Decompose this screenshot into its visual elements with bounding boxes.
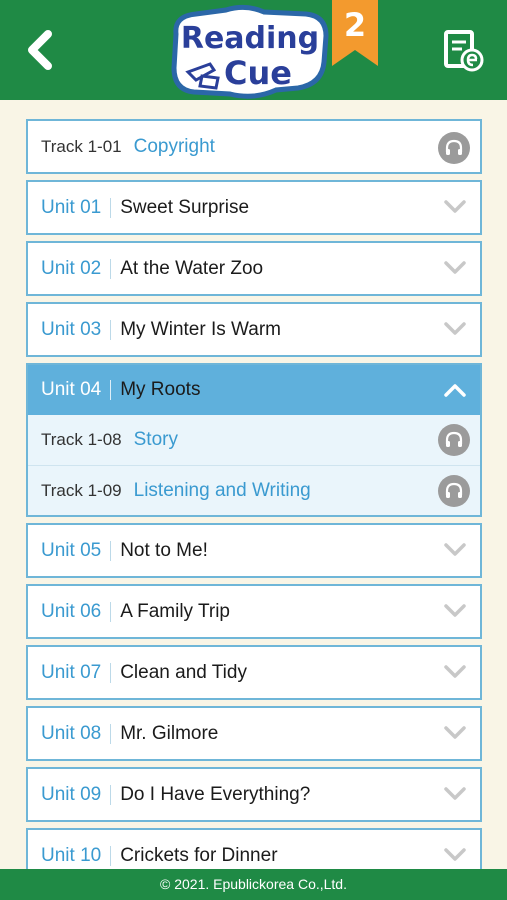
app-logo: Reading Cue — [166, 4, 332, 102]
unit-title: My Roots — [120, 379, 201, 400]
chevron-down-icon — [444, 848, 466, 861]
unit-number: Unit 05 — [41, 539, 102, 561]
unit-title: At the Water Zoo — [120, 257, 264, 279]
headphones-icon — [445, 139, 463, 155]
unit-row[interactable]: Unit 09 Do I Have Everything? — [26, 767, 482, 822]
headphones-icon — [445, 482, 463, 498]
unit-row[interactable]: Unit 02 At the Water Zoo — [26, 241, 482, 296]
chevron-down-icon — [444, 726, 466, 739]
unit-number: Unit 06 — [41, 600, 102, 622]
track-number: Track 1-08 — [41, 430, 122, 449]
chevron-down-icon — [444, 604, 466, 617]
expanded-unit-group: Unit 04 My Roots Track 1-08 Story Track … — [26, 363, 482, 517]
chevron-down-icon — [444, 543, 466, 556]
unit-number: Unit 04 — [41, 379, 102, 400]
unit-number: Unit 01 — [41, 196, 102, 218]
chevron-down-icon — [444, 322, 466, 335]
chevron-down-icon — [444, 665, 466, 678]
unit-number: Unit 08 — [41, 722, 102, 744]
unit-number: Unit 02 — [41, 257, 102, 279]
divider — [110, 845, 112, 866]
divider — [110, 662, 112, 683]
unit-title: A Family Trip — [120, 600, 231, 622]
unit-title: Do I Have Everything? — [120, 783, 311, 805]
unit-title: Sweet Surprise — [120, 196, 250, 218]
logo-cue-text: Cue — [224, 54, 292, 92]
track-title: Story — [133, 429, 178, 450]
level-number: 2 — [343, 6, 367, 44]
chevron-down-icon — [444, 787, 466, 800]
divider — [110, 197, 112, 218]
unit-number: Unit 10 — [41, 844, 102, 866]
unit-row[interactable]: Unit 03 My Winter Is Warm — [26, 302, 482, 357]
track-title: Listening and Writing — [133, 479, 311, 501]
unit-title: Not to Me! — [120, 539, 208, 561]
chevron-down-icon — [444, 261, 466, 274]
unit-title: Mr. Gilmore — [120, 722, 219, 744]
ebook-button[interactable] — [440, 28, 484, 72]
unit-title: Crickets for Dinner — [120, 844, 278, 866]
unit-number: Unit 09 — [41, 783, 102, 805]
unit-row[interactable]: Unit 07 Clean and Tidy — [26, 645, 482, 700]
divider — [110, 601, 112, 622]
headphones-icon — [445, 431, 463, 447]
copyright-row[interactable]: Track 1-01 Copyright — [26, 119, 482, 174]
chevron-up-icon — [444, 384, 466, 397]
track-title: Copyright — [133, 135, 215, 157]
unit-number: Unit 03 — [41, 318, 102, 340]
unit-row[interactable]: Unit 08 Mr. Gilmore — [26, 706, 482, 761]
track-row[interactable]: Track 1-09 Listening and Writing — [28, 465, 480, 515]
unit-title: My Winter Is Warm — [120, 318, 281, 340]
app-header: Reading Cue 2 — [0, 0, 507, 100]
divider — [110, 723, 112, 744]
play-audio-button[interactable] — [438, 475, 470, 507]
unit-title: Clean and Tidy — [120, 661, 247, 683]
chevron-down-icon — [444, 200, 466, 213]
track-number: Track 1-01 — [41, 136, 122, 156]
unit-row[interactable]: Unit 01 Sweet Surprise — [26, 180, 482, 235]
divider — [110, 319, 112, 340]
play-audio-button[interactable] — [438, 424, 470, 456]
track-row[interactable]: Track 1-08 Story — [28, 415, 480, 465]
ebook-icon — [444, 30, 484, 72]
track-list: Track 1-01 Copyright Unit 01 Sweet Surpr… — [26, 119, 482, 889]
divider — [110, 784, 112, 805]
logo-reading-text: Reading — [181, 21, 319, 56]
chevron-left-icon — [28, 30, 52, 70]
divider — [110, 258, 112, 279]
divider — [110, 540, 112, 561]
copyright-footer: © 2021. Epublickorea Co.,Ltd. — [0, 869, 507, 900]
unit-row[interactable]: Unit 06 A Family Trip — [26, 584, 482, 639]
unit-number: Unit 07 — [41, 661, 102, 683]
expanded-unit-header[interactable]: Unit 04 My Roots — [28, 365, 480, 415]
back-button[interactable] — [22, 28, 62, 72]
divider — [110, 380, 112, 400]
unit-row[interactable]: Unit 05 Not to Me! — [26, 523, 482, 578]
track-number: Track 1-09 — [41, 480, 122, 500]
play-audio-button[interactable] — [438, 132, 470, 164]
